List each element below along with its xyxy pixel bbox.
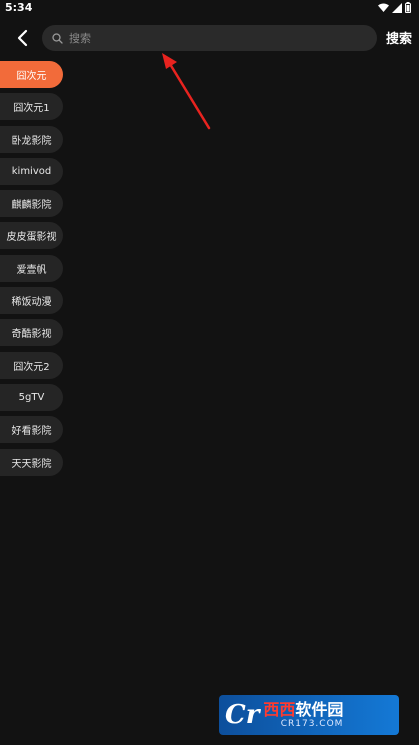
source-item[interactable]: 囧次元2 bbox=[0, 351, 63, 379]
source-item[interactable]: kimivod bbox=[0, 157, 63, 185]
source-item[interactable]: 稀饭动漫 bbox=[0, 287, 63, 315]
watermark-mark: Cr bbox=[225, 700, 260, 730]
chevron-left-icon bbox=[17, 29, 28, 47]
search-submit-button[interactable]: 搜索 bbox=[386, 28, 412, 47]
status-bar: 5:34 bbox=[0, 0, 419, 16]
source-item[interactable]: 皮皮蛋影视 bbox=[0, 222, 63, 250]
search-header: 搜索 bbox=[0, 22, 419, 54]
status-time: 5:34 bbox=[5, 1, 33, 14]
watermark-text: 西西软件园 CR173.COM bbox=[263, 699, 344, 730]
source-item-active[interactable]: 囧次元 bbox=[0, 61, 63, 88]
watermark-logo: Cr 西西软件园 CR173.COM bbox=[219, 695, 399, 735]
watermark-title-part1: 西西 bbox=[263, 699, 296, 719]
wifi-icon bbox=[378, 3, 389, 12]
battery-icon bbox=[405, 2, 411, 13]
source-item[interactable]: 天天影院 bbox=[0, 448, 63, 476]
back-button[interactable] bbox=[9, 25, 35, 51]
source-item[interactable]: 爱壹帆 bbox=[0, 254, 63, 282]
watermark-title-part2: 软件园 bbox=[295, 699, 344, 719]
search-input[interactable] bbox=[67, 30, 361, 46]
source-item[interactable]: 5gTV bbox=[0, 383, 63, 411]
source-item[interactable]: 奇酷影视 bbox=[0, 319, 63, 347]
source-item[interactable]: 好看影院 bbox=[0, 416, 63, 444]
source-item[interactable]: 卧龙影院 bbox=[0, 125, 63, 153]
watermark-domain: CR173.COM bbox=[280, 718, 344, 729]
signal-icon bbox=[392, 2, 402, 13]
source-list: 囧次元 囧次元1 卧龙影院 kimivod 麒麟影院 皮皮蛋影视 爱壹帆 稀饭动… bbox=[0, 61, 70, 481]
source-item[interactable]: 麒麟影院 bbox=[0, 190, 63, 218]
search-box[interactable] bbox=[42, 25, 377, 51]
source-item[interactable]: 囧次元1 bbox=[0, 93, 63, 121]
search-icon bbox=[52, 32, 63, 44]
watermark-title: 西西软件园 bbox=[263, 699, 344, 719]
status-icons bbox=[378, 2, 411, 13]
